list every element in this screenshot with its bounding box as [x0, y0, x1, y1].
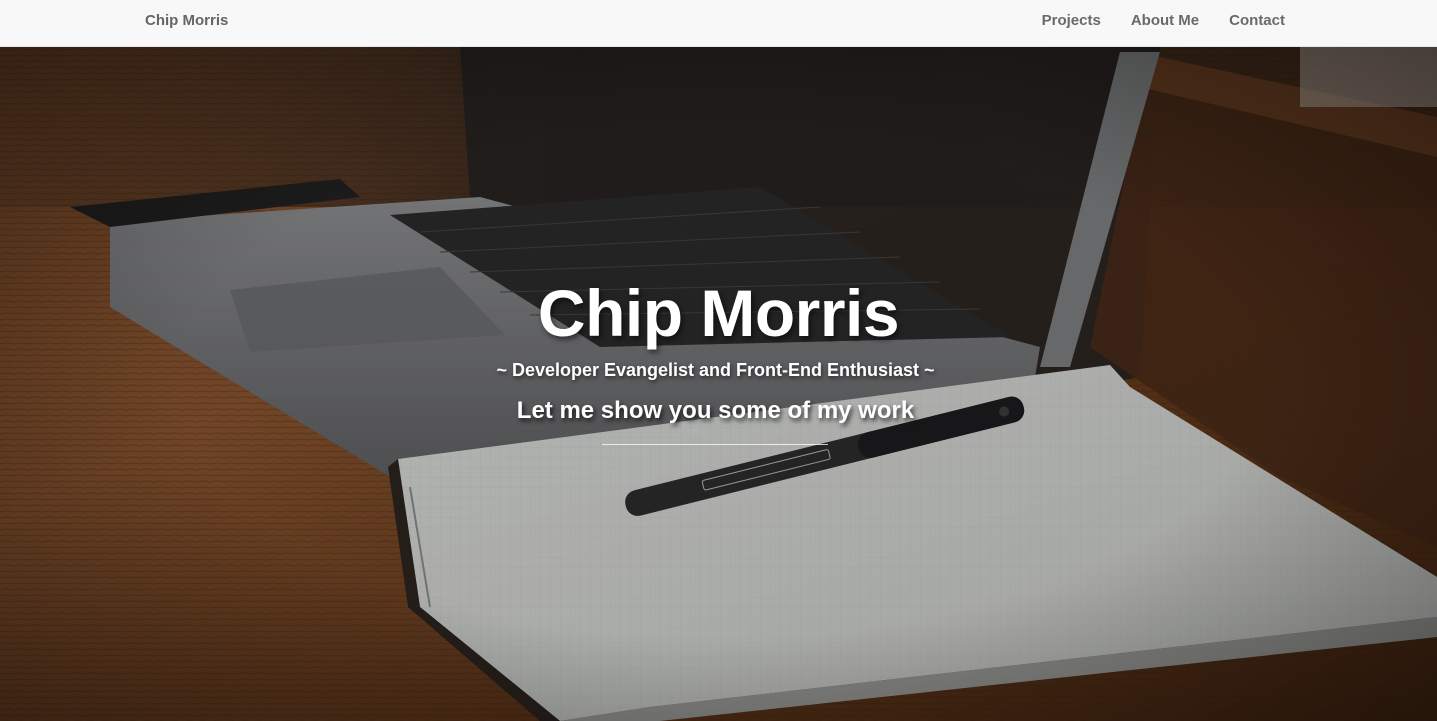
nav-links: Projects About Me Contact — [1042, 12, 1285, 29]
hero-background-image — [0, 47, 1437, 721]
nav-link-about-me[interactable]: About Me — [1131, 12, 1199, 29]
navbar-brand-link[interactable]: Chip Morris — [145, 12, 228, 29]
hero-section: Chip Morris ~ Developer Evangelist and F… — [0, 47, 1437, 721]
nav-link-contact[interactable]: Contact — [1229, 12, 1285, 29]
hero-cta-link[interactable]: Let me show you some of my work — [0, 397, 1431, 425]
nav-link-projects[interactable]: Projects — [1042, 12, 1101, 29]
top-navbar: Chip Morris Projects About Me Contact — [0, 0, 1437, 47]
